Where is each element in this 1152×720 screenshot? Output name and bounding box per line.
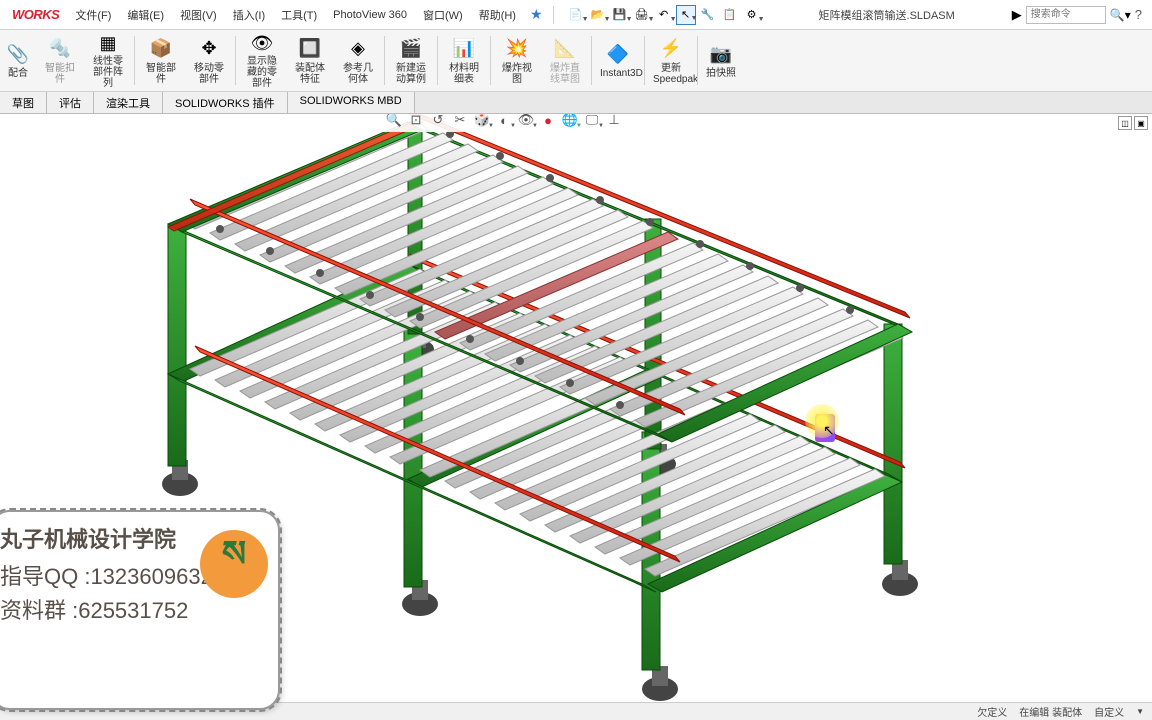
menubar: WORKS 文件(F) 编辑(E) 视图(V) 插入(I) 工具(T) Phot… [0, 0, 1152, 30]
menu-photoview[interactable]: PhotoView 360 [325, 9, 415, 21]
edit-appearance-icon[interactable]: ● [538, 114, 558, 130]
menu-insert[interactable]: 插入(I) [225, 7, 273, 23]
view-settings-icon[interactable]: 🖵▼ [582, 114, 602, 130]
tab-render[interactable]: 渲染工具 [94, 92, 163, 113]
bom-button[interactable]: 📊材料明细表 [440, 30, 488, 91]
zoom-area-icon[interactable]: ⊡ [406, 114, 426, 130]
new-motion-button[interactable]: 🎬新建运动算例 [387, 30, 435, 91]
quick-access-toolbar: 📄▼ 📂▼ 💾▼ 🖨▼ ↶▼ ↖▼ 🔧 📋 ⚙▼ [566, 5, 762, 25]
show-hidden-button[interactable]: 👁显示隐藏的零部件 [238, 30, 286, 91]
status-underdefined: 欠定义 [977, 704, 1007, 719]
smart-component-button[interactable]: 📦智能部件 [137, 30, 185, 91]
menu-help[interactable]: 帮助(H) [471, 7, 524, 23]
tab-sketch[interactable]: 草图 [0, 92, 47, 113]
snapshot-button[interactable]: 📷拍快照 [700, 30, 742, 91]
ribbon-toolbar: 📎配合 🔩智能扣件 ▦线性零部件阵列 📦智能部件 ✥移动零部件 👁显示隐藏的零部… [0, 30, 1152, 92]
command-manager-tabs: 草图 评估 渲染工具 SOLIDWORKS 插件 SOLIDWORKS MBD [0, 92, 1152, 114]
ref-geometry-button[interactable]: ◈参考几何体 [334, 30, 382, 91]
move-component-button[interactable]: ✥移动零部件 [185, 30, 233, 91]
document-title: 矩阵模组滚筒输送.SLDASM [762, 7, 1012, 23]
tab-sw-mbd[interactable]: SOLIDWORKS MBD [288, 92, 415, 113]
separator [553, 6, 554, 24]
hide-show-icon[interactable]: 👁▼ [516, 114, 536, 130]
menu-window[interactable]: 窗口(W) [415, 7, 471, 23]
options-button[interactable]: 📋 [720, 5, 740, 25]
select-button[interactable]: ↖▼ [676, 5, 696, 25]
search-start-icon[interactable]: ▶ [1012, 7, 1022, 23]
mate-button[interactable]: 📎配合 [0, 30, 36, 91]
new-button[interactable]: 📄▼ [566, 5, 586, 25]
explode-sketch-button[interactable]: 📐爆炸直线草图 [541, 30, 589, 91]
headsup-toolbar: 🔍 ⊡ ↺ ✂ 🎲▼ ◐▼ 👁▼ ● 🌐▼ 🖵▼ ⊥ [380, 114, 628, 132]
pin-icon[interactable]: ★ [524, 6, 549, 23]
help-icon[interactable]: ? [1135, 7, 1142, 22]
collapse-panel-button[interactable]: ▣ [1134, 116, 1148, 130]
undo-button[interactable]: ↶▼ [654, 5, 674, 25]
instant3d-button[interactable]: 🔷Instant3D [594, 30, 642, 91]
apply-scene-icon[interactable]: 🌐▼ [560, 114, 580, 130]
prev-view-icon[interactable]: ↺ [428, 114, 448, 130]
watermark-logo: ས [200, 530, 268, 598]
view-orient-icon[interactable]: 🎲▼ [472, 114, 492, 130]
open-button[interactable]: 📂▼ [588, 5, 608, 25]
status-dropdown-icon[interactable]: ▼ [1136, 707, 1144, 716]
rebuild-button[interactable]: 🔧 [698, 5, 718, 25]
search-input[interactable] [1026, 6, 1106, 24]
menu-edit[interactable]: 编辑(E) [119, 7, 172, 23]
tab-sw-addins[interactable]: SOLIDWORKS 插件 [163, 92, 288, 113]
print-button[interactable]: 🖨▼ [632, 5, 652, 25]
linear-pattern-button[interactable]: ▦线性零部件阵列 [84, 30, 132, 91]
save-button[interactable]: 💾▼ [610, 5, 630, 25]
menu-tools[interactable]: 工具(T) [273, 7, 325, 23]
exploded-view-button[interactable]: 💥爆炸视图 [493, 30, 541, 91]
ground-icon[interactable]: ⊥ [604, 114, 624, 130]
app-logo: WORKS [4, 7, 67, 22]
cursor-icon: ↖ [823, 422, 835, 439]
display-style-icon[interactable]: ◐▼ [494, 114, 514, 130]
settings-button[interactable]: ⚙▼ [742, 5, 762, 25]
speedpak-button[interactable]: ⚡更新Speedpak [647, 30, 695, 91]
menu-file[interactable]: 文件(F) [67, 7, 119, 23]
section-view-icon[interactable]: ✂ [450, 114, 470, 130]
assembly-feature-button[interactable]: 🔲装配体特征 [286, 30, 334, 91]
smart-fastener-button[interactable]: 🔩智能扣件 [36, 30, 84, 91]
zoom-fit-icon[interactable]: 🔍 [384, 114, 404, 130]
tab-evaluate[interactable]: 评估 [47, 92, 94, 113]
search-icon[interactable]: 🔍▾ [1110, 8, 1131, 22]
expand-panel-button[interactable]: ◫ [1118, 116, 1132, 130]
status-custom[interactable]: 自定义 [1094, 704, 1124, 719]
status-editing: 在编辑 装配体 [1019, 704, 1082, 719]
menu-view[interactable]: 视图(V) [172, 7, 225, 23]
watermark-card: ས 丸子机械设计学院 指导QQ :1323609632 资料群 :6255317… [0, 510, 280, 710]
